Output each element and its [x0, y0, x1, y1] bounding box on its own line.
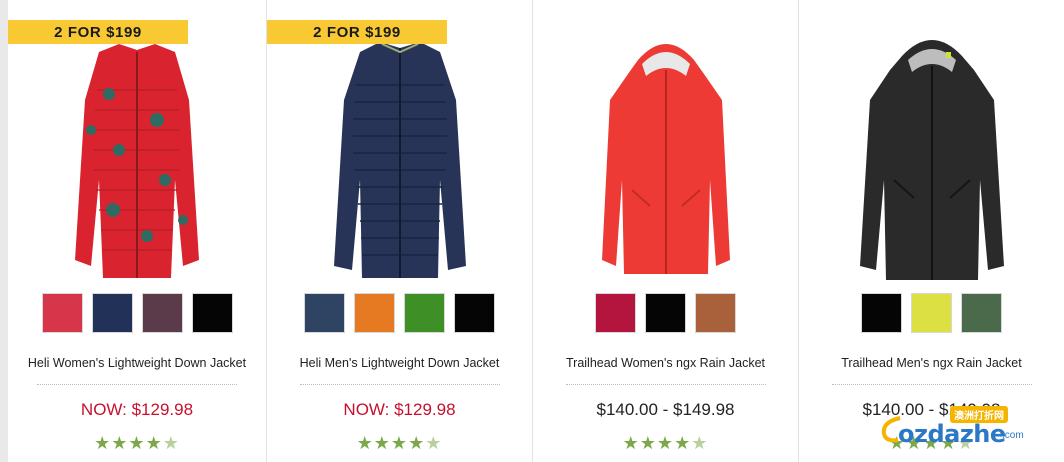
color-swatches — [799, 293, 1064, 333]
color-swatch[interactable] — [41, 293, 83, 333]
color-swatch[interactable] — [141, 293, 183, 333]
star-icon: ★ — [128, 433, 146, 453]
star-icon: ★ — [356, 433, 374, 453]
divider — [565, 384, 766, 385]
product-price: NOW: $129.98 — [343, 400, 456, 419]
product-card[interactable]: Trailhead Women's ngx Rain Jacket $140.0… — [532, 0, 798, 462]
color-swatches — [267, 293, 532, 333]
star-icon: ★ — [373, 433, 391, 453]
star-icon: ★ — [408, 433, 426, 453]
divider — [831, 384, 1032, 385]
product-price: NOW: $129.98 — [80, 400, 194, 419]
star-icon: ★ — [111, 433, 129, 453]
star-icon: ★ — [425, 433, 443, 453]
product-grid: 2 FOR $199 Heli Women's Lightweight Down… — [0, 0, 1064, 462]
rating-stars: ★★★★★ — [8, 433, 266, 454]
color-swatch[interactable] — [961, 293, 1002, 333]
color-swatches — [8, 293, 266, 333]
color-swatch[interactable] — [191, 293, 233, 333]
color-swatch[interactable] — [911, 293, 952, 333]
color-swatch[interactable] — [595, 293, 636, 333]
watermark-logo: 澳洲打折网 ozdazhe .com — [880, 406, 1050, 450]
product-card[interactable]: 2 FOR $199 Heli Women's Lightweight Down… — [0, 0, 266, 462]
product-image[interactable] — [8, 30, 266, 288]
star-icon: ★ — [656, 433, 675, 453]
product-price: $140.00 - $149.98 — [596, 400, 735, 419]
color-swatch[interactable] — [91, 293, 133, 333]
product-image[interactable] — [799, 30, 1064, 288]
rating-stars: ★★★★★ — [533, 433, 798, 454]
color-swatch[interactable] — [695, 293, 736, 333]
color-swatch[interactable] — [404, 293, 445, 333]
star-icon: ★ — [639, 433, 657, 453]
product-card[interactable]: Trailhead Men's ngx Rain Jacket $140.00 … — [798, 0, 1064, 462]
color-swatch[interactable] — [861, 293, 902, 333]
product-name[interactable]: Trailhead Men's ngx Rain Jacket — [799, 356, 1064, 370]
divider — [37, 384, 237, 385]
rating-stars: ★★★★★ — [267, 433, 532, 454]
product-image[interactable] — [533, 30, 798, 288]
watermark-text: ozdazhe — [898, 420, 1006, 448]
color-swatch[interactable] — [454, 293, 495, 333]
star-icon: ★ — [691, 433, 709, 453]
star-icon: ★ — [674, 433, 692, 453]
star-icon: ★ — [162, 433, 180, 453]
product-card[interactable]: 2 FOR $199 Heli Men's Lightweight Down J… — [266, 0, 532, 462]
color-swatch[interactable] — [354, 293, 395, 333]
star-icon: ★ — [94, 433, 112, 453]
promo-badge: 2 FOR $199 — [267, 20, 447, 44]
promo-badge: 2 FOR $199 — [8, 20, 188, 44]
color-swatch[interactable] — [304, 293, 345, 333]
divider — [299, 384, 500, 385]
watermark-domain: .com — [1002, 430, 1024, 441]
star-icon: ★ — [390, 433, 409, 453]
color-swatch[interactable] — [645, 293, 686, 333]
color-swatches — [533, 293, 798, 333]
product-image[interactable] — [267, 30, 532, 288]
product-name[interactable]: Heli Men's Lightweight Down Jacket — [267, 356, 532, 370]
product-name[interactable]: Heli Women's Lightweight Down Jacket — [8, 356, 266, 370]
star-icon: ★ — [622, 433, 640, 453]
product-name[interactable]: Trailhead Women's ngx Rain Jacket — [533, 356, 798, 370]
star-icon: ★ — [145, 433, 163, 453]
